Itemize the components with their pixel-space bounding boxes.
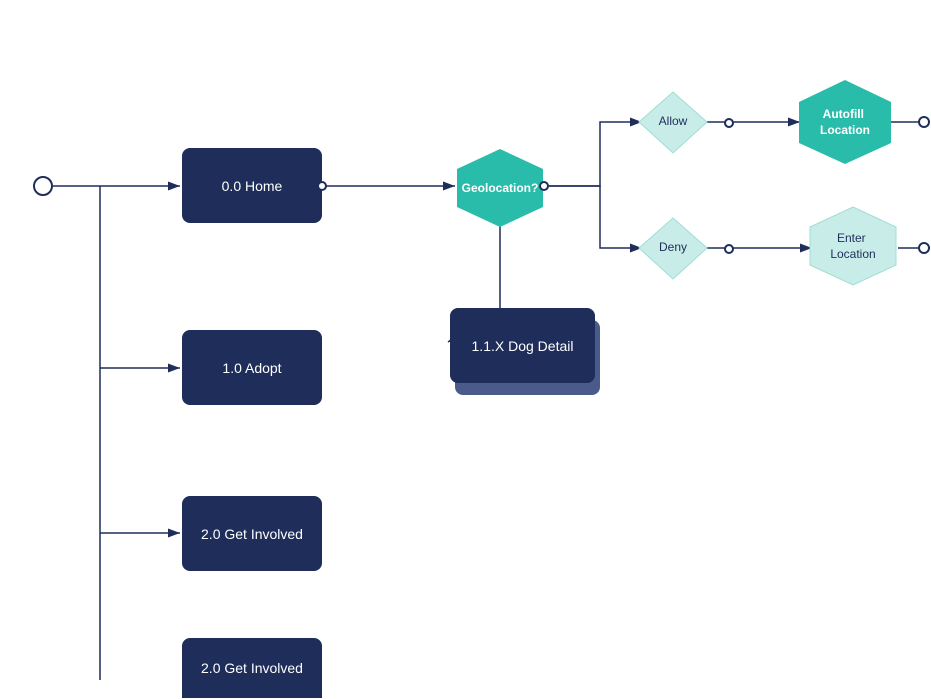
geolocation-output-circle <box>539 181 549 191</box>
get-involved-node[interactable]: 2.0 Get Involved <box>182 496 322 571</box>
geolocation-node[interactable]: Geolocation? <box>455 147 545 229</box>
start-node <box>33 176 53 196</box>
allow-diamond[interactable]: Allow <box>637 90 709 155</box>
deny-diamond[interactable]: Deny <box>637 216 709 281</box>
autofill-end-circle <box>918 116 930 128</box>
allow-connector <box>724 118 734 128</box>
autofill-location-node[interactable]: Autofill Location <box>798 78 893 166</box>
get-involved-label: 2.0 Get Involved <box>201 526 303 542</box>
adopt-label: 1.0 Adopt <box>222 360 281 376</box>
svg-text:Deny: Deny <box>659 240 687 254</box>
enter-location-end-circle <box>918 242 930 254</box>
get-involved2-node[interactable]: 2.0 Get Involved <box>182 638 322 698</box>
home-output-circle <box>317 181 327 191</box>
adopt-node[interactable]: 1.0 Adopt <box>182 330 322 405</box>
deny-connector <box>724 244 734 254</box>
dog-detail-label: 1.1.X Dog Detail <box>472 338 574 354</box>
svg-text:Allow: Allow <box>659 114 688 128</box>
enter-location-node[interactable]: Enter Location <box>808 205 898 287</box>
dog-detail-node[interactable]: 1.1.X Dog Detail <box>450 308 595 383</box>
home-node[interactable]: 0.0 Home <box>182 148 322 223</box>
home-label: 0.0 Home <box>222 178 283 194</box>
svg-text:Geolocation?: Geolocation? <box>462 181 539 195</box>
get-involved2-label: 2.0 Get Involved <box>201 660 303 676</box>
